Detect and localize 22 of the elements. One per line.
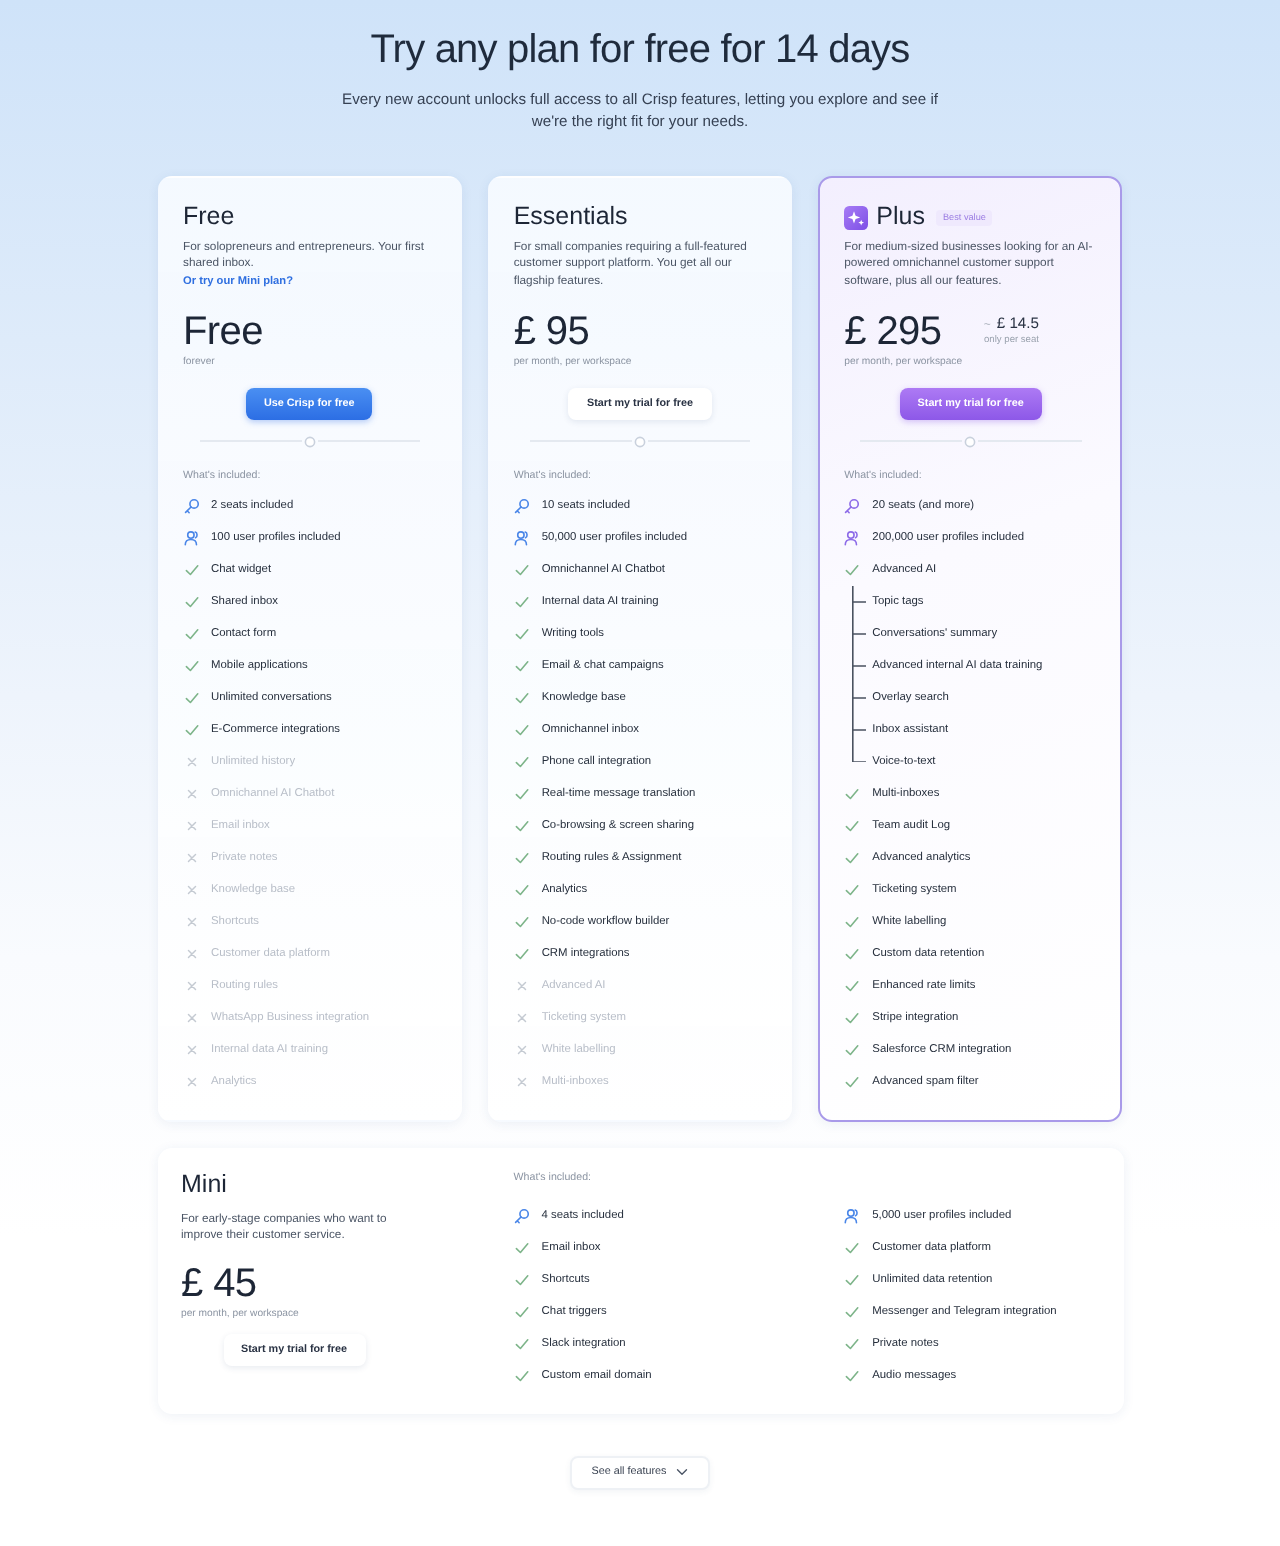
plan-name: Mini — [181, 1169, 229, 1200]
chevron-down-icon — [676, 1468, 689, 1477]
key-icon — [183, 497, 199, 514]
ring-icon — [964, 435, 977, 448]
users-icon — [844, 1207, 861, 1224]
sparkle-icon — [844, 205, 869, 229]
plan-name: Essentials — [513, 202, 628, 232]
plan-name: Free — [183, 202, 235, 232]
ring-icon — [303, 435, 316, 448]
key-icon — [844, 497, 861, 514]
key-icon — [513, 1207, 530, 1224]
ring-icon — [634, 435, 646, 448]
plan-price: £ 95 — [513, 309, 590, 354]
plan-price: £ 295 — [844, 309, 942, 354]
plan-name: Plus — [876, 202, 925, 232]
plan-price: Free — [183, 309, 263, 354]
plan-price: £ 45 — [181, 1262, 259, 1307]
users-icon — [844, 529, 861, 546]
page-title: Try any plan for free for 14 days — [368, 26, 912, 74]
key-icon — [513, 497, 530, 514]
users-icon — [183, 529, 199, 546]
users-icon — [513, 529, 530, 546]
